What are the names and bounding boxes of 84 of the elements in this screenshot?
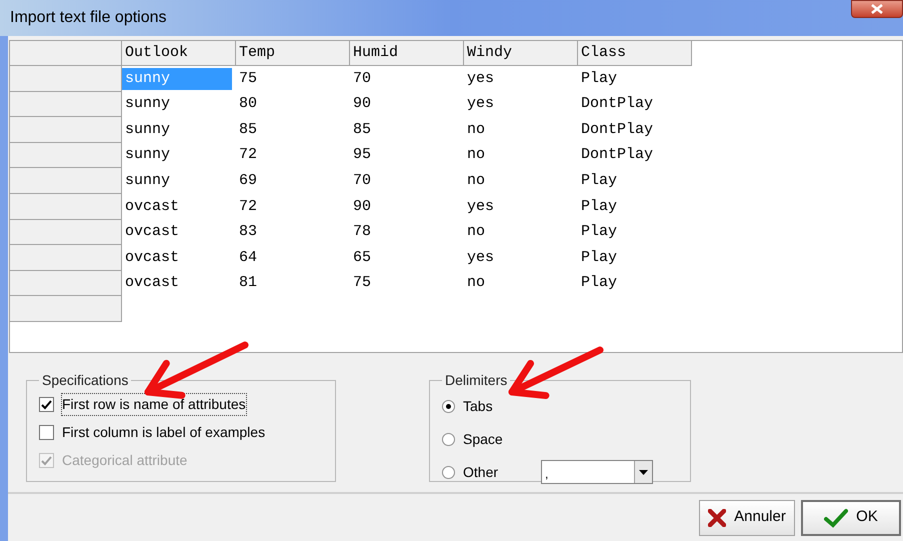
table-cell-text: ovcast bbox=[125, 248, 180, 268]
table-cell-text: 95 bbox=[353, 145, 372, 166]
table-cell-text: 75 bbox=[239, 68, 258, 89]
row-header[interactable] bbox=[10, 245, 122, 271]
column-header[interactable]: Class bbox=[578, 41, 692, 66]
checkbox[interactable] bbox=[39, 397, 54, 412]
table-cell-text: DontPlay bbox=[581, 145, 654, 166]
checkmark-icon bbox=[824, 508, 848, 528]
row-header[interactable] bbox=[10, 270, 122, 296]
radio-button[interactable] bbox=[442, 432, 455, 446]
table-cell-text: yes bbox=[467, 196, 494, 217]
table-cell-text: yes bbox=[467, 94, 494, 114]
table-cell-text: 83 bbox=[239, 222, 258, 242]
table-cell-text: no bbox=[467, 222, 486, 242]
row-header[interactable] bbox=[10, 168, 122, 194]
table-cell-text: yes bbox=[467, 248, 494, 268]
column-header[interactable]: Outlook bbox=[122, 41, 236, 66]
row-header[interactable] bbox=[10, 66, 122, 92]
table-cell-text: no bbox=[467, 170, 486, 191]
table-cell-text: 70 bbox=[353, 170, 372, 191]
row-header[interactable] bbox=[10, 296, 122, 322]
radio-label: Tabs bbox=[463, 396, 494, 416]
table-cell-text: 65 bbox=[353, 248, 372, 268]
checkbox-label: First column is label of examples bbox=[62, 423, 266, 442]
delimiter-dropdown[interactable]: , bbox=[541, 460, 653, 484]
row-header[interactable] bbox=[10, 92, 122, 118]
table-cell-text: 90 bbox=[353, 196, 372, 217]
table-cell-text: DontPlay bbox=[581, 94, 654, 114]
row-header[interactable] bbox=[10, 117, 122, 143]
row-header[interactable] bbox=[10, 142, 122, 168]
table-cell-text: 72 bbox=[239, 145, 258, 166]
x-icon bbox=[708, 508, 726, 526]
table-cell-text: DontPlay bbox=[581, 120, 654, 140]
table-cell-text: no bbox=[467, 145, 486, 166]
checkbox[interactable] bbox=[39, 425, 54, 440]
table-cell: sunny bbox=[122, 68, 232, 90]
radio-button[interactable] bbox=[442, 466, 455, 478]
radio-button[interactable] bbox=[442, 400, 455, 412]
table-cell-text: ovcast bbox=[125, 273, 180, 294]
table-cell-text: Play bbox=[581, 68, 618, 89]
table-cell-text: 70 bbox=[353, 68, 372, 89]
dropdown-caret-icon bbox=[639, 470, 648, 474]
column-header[interactable]: Temp bbox=[236, 41, 350, 66]
ok-button[interactable]: OK bbox=[801, 500, 901, 536]
table-cell-text: ovcast bbox=[125, 196, 180, 217]
table-cell-text: ovcast bbox=[125, 222, 180, 242]
table-cell-text: 90 bbox=[353, 94, 372, 114]
table-cell-text: Play bbox=[581, 196, 618, 217]
row-header[interactable] bbox=[10, 194, 122, 220]
table-cell-text: Play bbox=[581, 222, 618, 242]
table-cell-text: sunny bbox=[125, 94, 170, 114]
check-icon bbox=[41, 456, 52, 466]
column-header[interactable]: Humid bbox=[350, 41, 464, 66]
checkbox-label: First row is name of attributes bbox=[62, 394, 246, 415]
column-header[interactable]: Windy bbox=[464, 41, 578, 66]
table-cell-text: 72 bbox=[239, 196, 258, 217]
table-cell-text: sunny bbox=[125, 170, 170, 191]
table-cell-text: no bbox=[467, 273, 486, 294]
table-cell-text: Play bbox=[581, 170, 618, 191]
table-cell-text: no bbox=[467, 120, 486, 140]
group-title: Specifications bbox=[41, 371, 130, 390]
table-cell-text: 80 bbox=[239, 94, 258, 114]
table-cell-text: 75 bbox=[353, 273, 372, 294]
table-cell-text: Play bbox=[581, 273, 618, 294]
window-title: Import text file options bbox=[10, 8, 167, 28]
table-cell-text: 69 bbox=[239, 170, 258, 191]
checkbox-label: Categorical attribute bbox=[62, 451, 188, 470]
row-header[interactable] bbox=[10, 220, 122, 246]
table-cell-text: yes bbox=[467, 68, 494, 89]
table-cell-text: sunny bbox=[125, 145, 170, 166]
group-title: Delimiters bbox=[444, 371, 508, 390]
radio-label: Other bbox=[463, 462, 500, 482]
table-cell-text: Play bbox=[581, 248, 618, 268]
radio-label: Space bbox=[463, 430, 504, 449]
check-icon bbox=[41, 400, 52, 410]
table-cell-text: 85 bbox=[353, 120, 372, 140]
cancel-button[interactable]: Annuler bbox=[699, 500, 795, 536]
close-icon bbox=[871, 4, 883, 14]
table-cell-text: 64 bbox=[239, 248, 258, 268]
table-cell-text: sunny bbox=[125, 120, 170, 140]
table-cell-text: 81 bbox=[239, 273, 258, 294]
table-cell-text: 85 bbox=[239, 120, 258, 140]
table-cell-text: 78 bbox=[353, 222, 372, 242]
close-button[interactable] bbox=[851, 0, 903, 18]
